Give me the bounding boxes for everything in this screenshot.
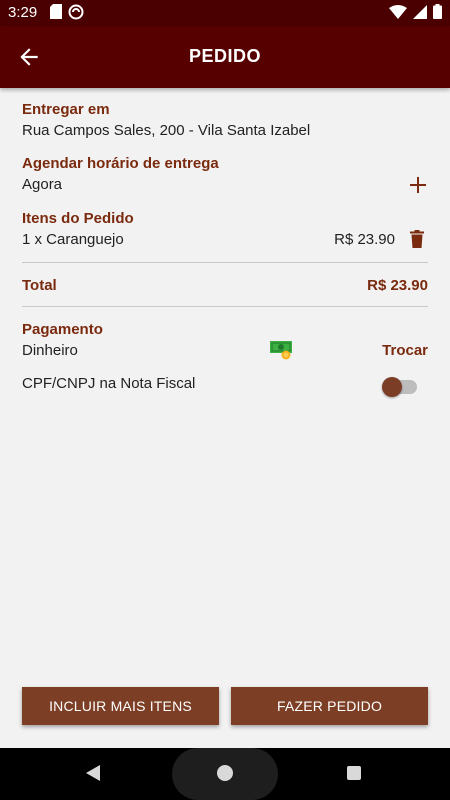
item-price: R$ 23.90 [334, 231, 395, 248]
sync-icon [68, 4, 84, 20]
delivery-label: Entregar em [22, 101, 110, 118]
page-title: PEDIDO [188, 46, 261, 66]
payment-label: Pagamento [22, 321, 103, 338]
trash-icon[interactable] [410, 230, 424, 248]
cpf-toggle-thumb[interactable] [382, 377, 402, 397]
payment-method: Dinheiro [22, 342, 78, 359]
wifi-icon [389, 4, 407, 19]
total-label: Total [22, 277, 57, 294]
status-time: 3:29 [8, 4, 38, 21]
total-value: R$ 23.90 [367, 277, 428, 294]
schedule-value: Agora [22, 176, 63, 193]
change-payment-button[interactable]: Trocar [382, 342, 428, 359]
status-bar: 3:29 [0, 0, 450, 26]
schedule-label: Agendar horário de entrega [22, 155, 219, 172]
app-bar: PEDIDO [0, 26, 450, 88]
divider [22, 306, 428, 307]
nav-back-icon[interactable] [86, 765, 100, 781]
cpf-label: CPF/CNPJ na Nota Fiscal [22, 375, 196, 392]
system-nav-bar [0, 748, 450, 800]
signal-icon [413, 4, 427, 19]
nav-home-icon[interactable] [217, 765, 233, 781]
sd-card-icon [50, 4, 62, 19]
battery-icon [433, 4, 442, 19]
nav-recents-icon[interactable] [347, 766, 361, 780]
divider [22, 262, 428, 263]
cash-icon [270, 341, 292, 360]
add-schedule-icon[interactable] [410, 177, 426, 193]
add-more-items-button[interactable]: INCLUIR MAIS ITENS [22, 687, 219, 725]
delivery-address[interactable]: Rua Campos Sales, 200 - Vila Santa Izabe… [22, 122, 310, 139]
place-order-button[interactable]: FAZER PEDIDO [231, 687, 428, 725]
items-label: Itens do Pedido [22, 210, 134, 227]
item-description: 1 x Caranguejo [22, 231, 124, 248]
